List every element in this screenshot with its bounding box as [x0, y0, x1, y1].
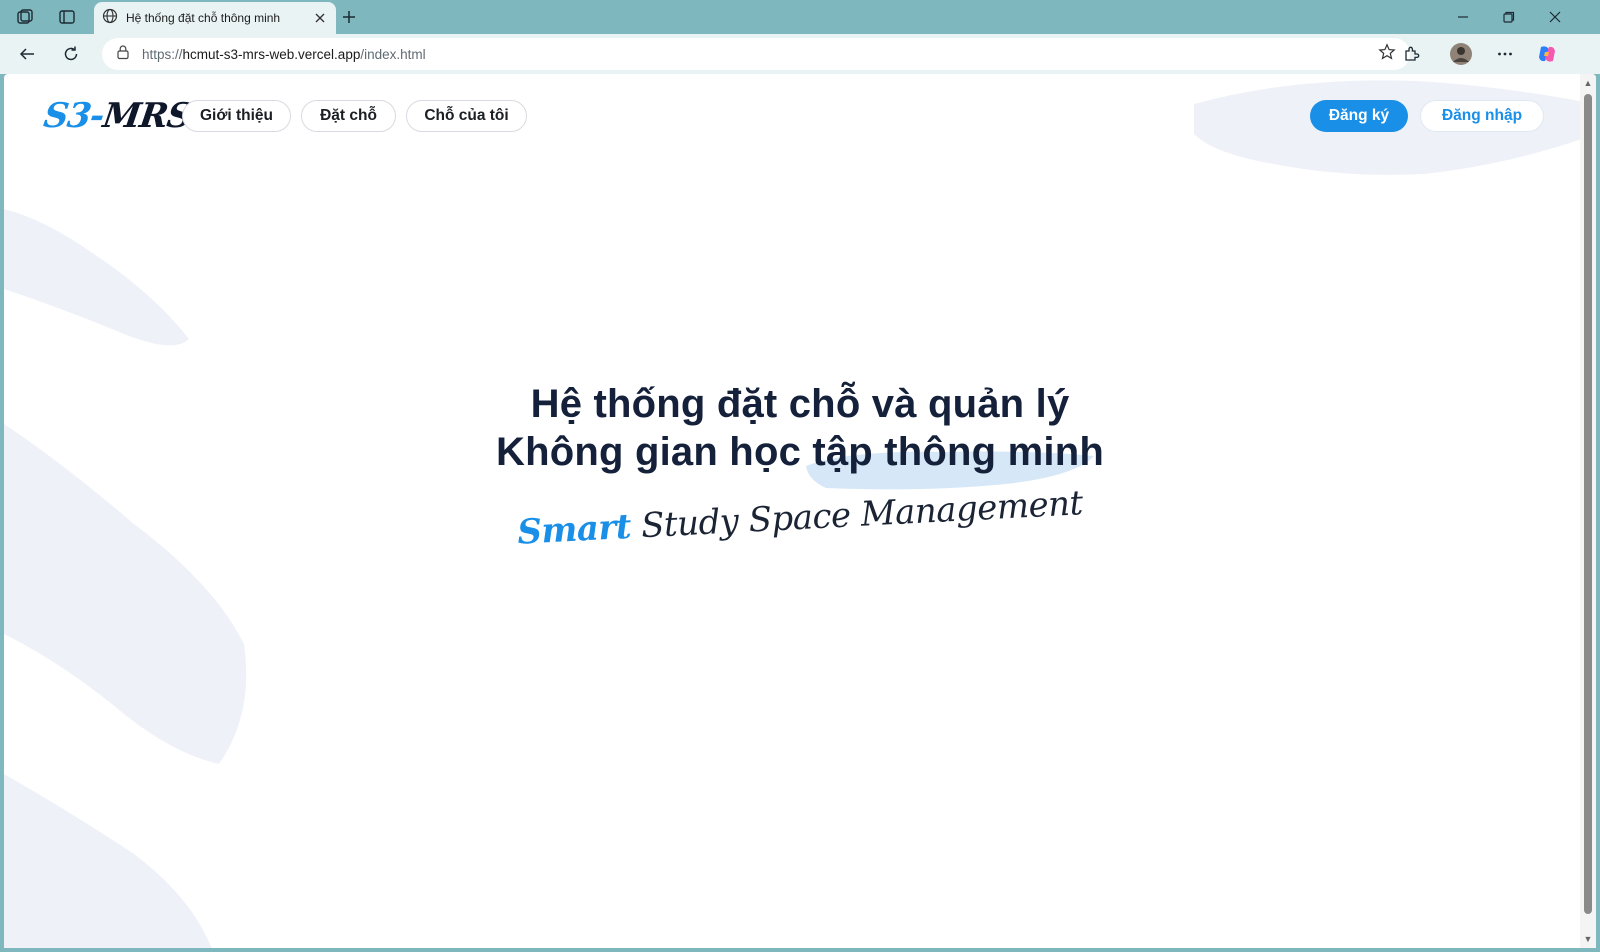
- nav-booking[interactable]: Đặt chỗ: [301, 100, 396, 132]
- brush-decoration-left: [4, 209, 247, 948]
- url-host: hcmut-s3-mrs-web.vercel.app: [182, 46, 361, 62]
- browser-tabstrip: Hệ thống đặt chỗ thông minh: [0, 0, 1600, 34]
- scroll-thumb[interactable]: [1584, 94, 1592, 914]
- restore-icon[interactable]: [1486, 2, 1532, 32]
- url-text[interactable]: https://hcmut-s3-mrs-web.vercel.app/inde…: [142, 47, 1378, 62]
- new-tab-icon[interactable]: [334, 2, 364, 32]
- login-button[interactable]: Đăng nhập: [1420, 100, 1544, 132]
- url-path: /index.html: [360, 46, 426, 62]
- hero-line-2-text: Không gian học tập thông minh: [496, 430, 1104, 474]
- page-scrollbar[interactable]: ▲ ▼: [1580, 74, 1596, 948]
- tagline-rest: Study Space Management: [629, 483, 1084, 547]
- address-bar[interactable]: https://hcmut-s3-mrs-web.vercel.app/inde…: [102, 38, 1410, 70]
- site-logo[interactable]: S3-MRS: [41, 96, 193, 136]
- lock-icon[interactable]: [116, 44, 130, 65]
- browser-tab-active[interactable]: Hệ thống đặt chỗ thông minh: [94, 2, 336, 34]
- workspaces-icon[interactable]: [10, 2, 40, 32]
- hero-tagline: Smart Study Space Management: [516, 483, 1083, 553]
- back-icon[interactable]: [12, 39, 42, 69]
- hero-line-1-text: Hệ thống đặt chỗ và quản lý: [530, 382, 1070, 426]
- page-viewport: S3-MRS Giới thiệu Đặt chỗ Chỗ của tôi Đă…: [4, 74, 1596, 948]
- profile-avatar[interactable]: [1446, 39, 1476, 69]
- copilot-icon[interactable]: [1532, 39, 1562, 69]
- nav-my-seats[interactable]: Chỗ của tôi: [406, 100, 527, 132]
- url-prefix: https://: [142, 46, 183, 62]
- logo-part-mrs: MRS: [100, 96, 194, 136]
- hero-section: Hệ thống đặt chỗ và quản lý Không gian h…: [4, 380, 1596, 553]
- logo-part-s3: S3-: [41, 96, 107, 136]
- extensions-icon[interactable]: [1396, 39, 1426, 69]
- hero-title-line-1: Hệ thống đặt chỗ và quản lý: [531, 380, 1070, 428]
- more-options-icon[interactable]: [1490, 39, 1520, 69]
- tab-actions-icon[interactable]: [52, 2, 82, 32]
- globe-icon: [102, 8, 118, 29]
- close-tab-icon[interactable]: [312, 10, 328, 26]
- register-button[interactable]: Đăng ký: [1310, 100, 1408, 132]
- tagline-accent: Smart: [516, 506, 632, 553]
- hero-title-line-2: Không gian học tập thông minh: [496, 428, 1104, 490]
- tab-title: Hệ thống đặt chỗ thông minh: [126, 11, 281, 25]
- scroll-up-icon[interactable]: ▲: [1583, 78, 1593, 88]
- minimize-icon[interactable]: [1440, 2, 1486, 32]
- refresh-icon[interactable]: [56, 39, 86, 69]
- nav-about[interactable]: Giới thiệu: [182, 100, 291, 132]
- scroll-down-icon[interactable]: ▼: [1583, 934, 1593, 944]
- browser-toolbar: https://hcmut-s3-mrs-web.vercel.app/inde…: [0, 34, 1600, 74]
- close-window-icon[interactable]: [1532, 2, 1578, 32]
- favorite-star-icon[interactable]: [1378, 42, 1396, 66]
